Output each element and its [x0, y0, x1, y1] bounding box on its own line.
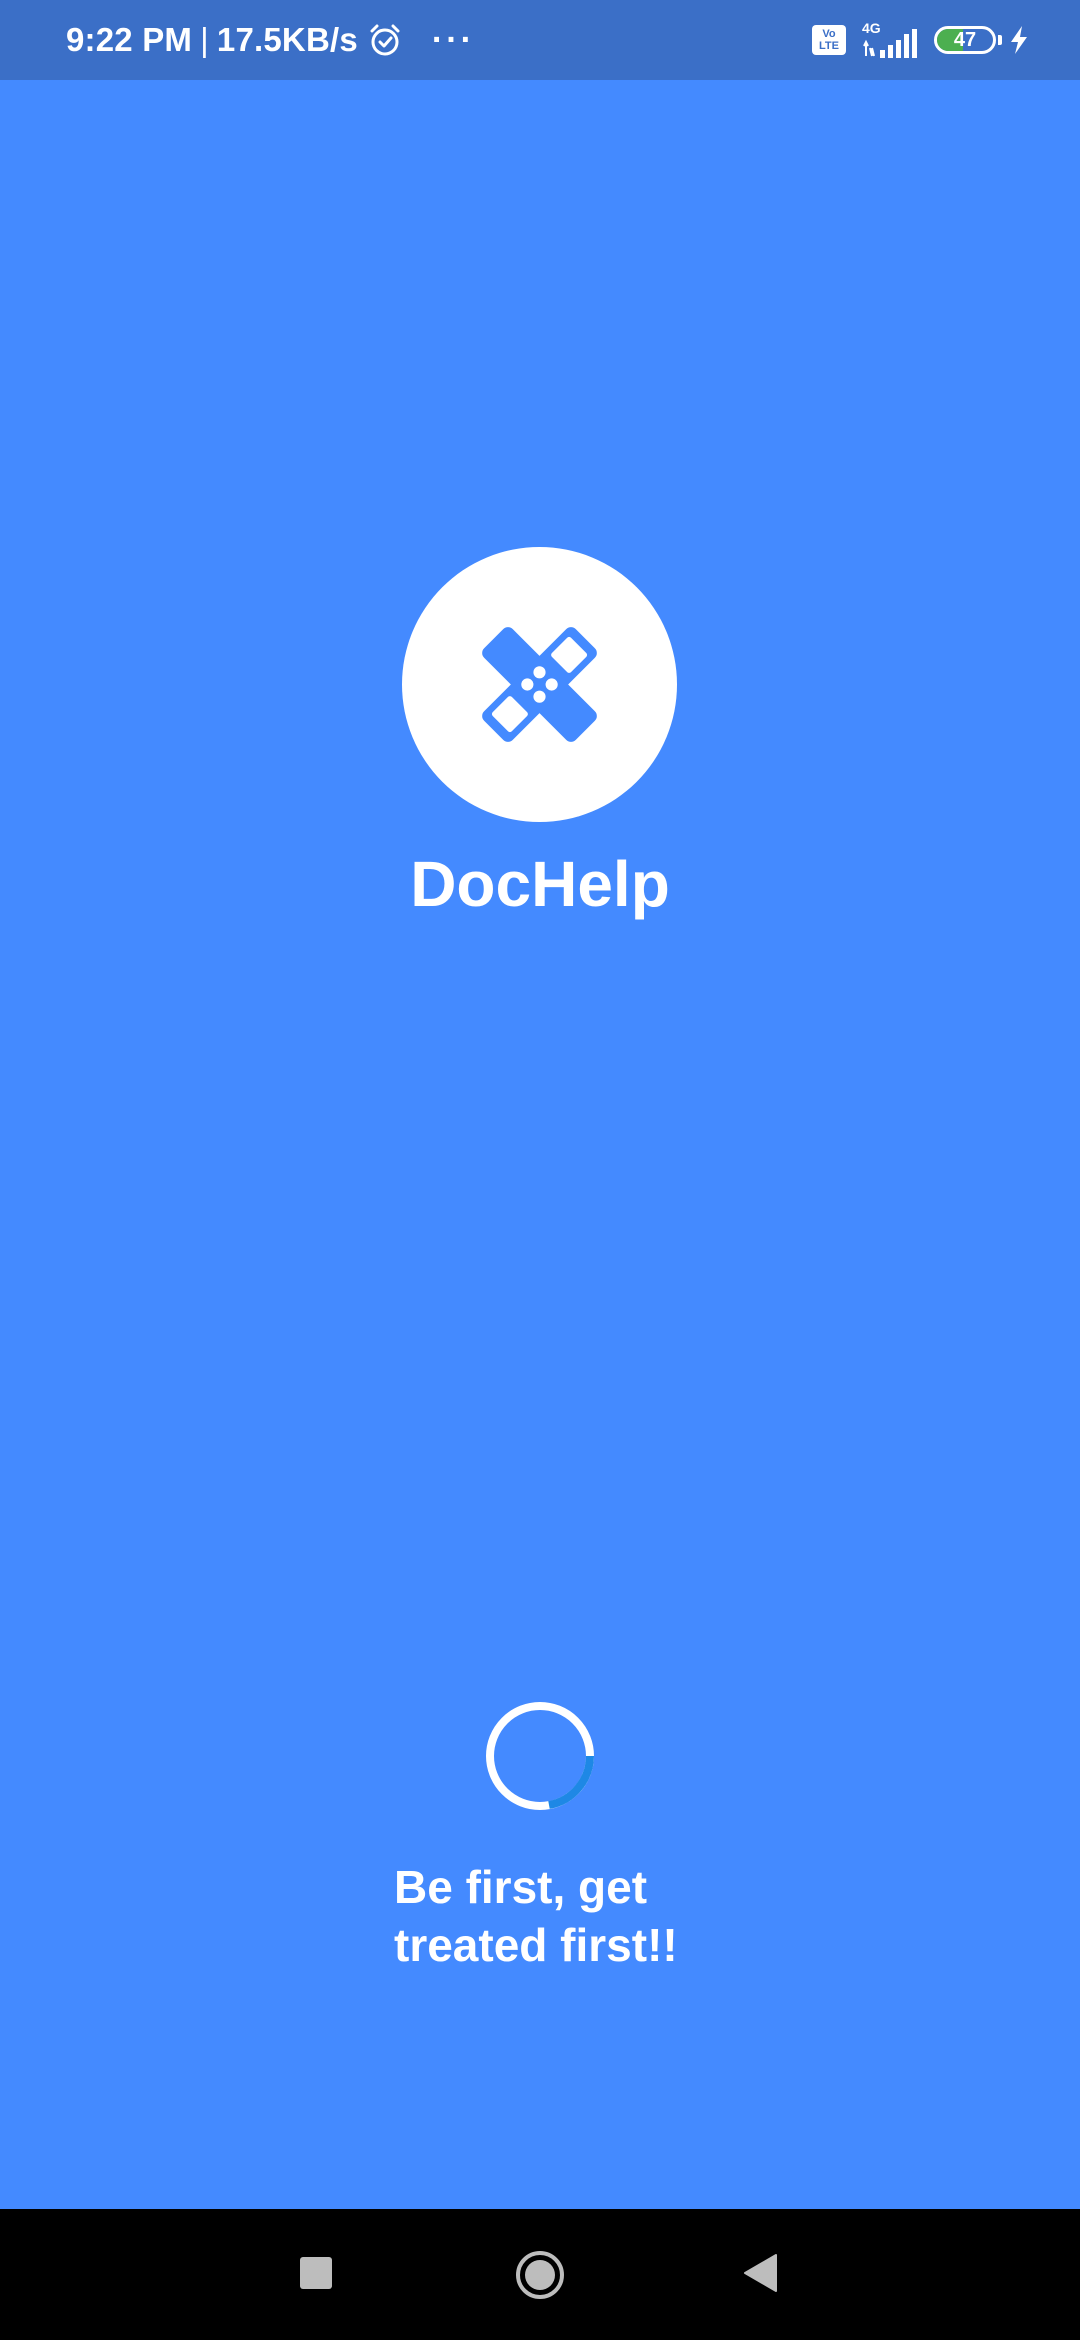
more-dots-icon: ··· — [431, 21, 475, 59]
status-bar: 9:22 PM | 17.5KB/s ··· Vo LTE 4G 47 — [0, 0, 1080, 80]
status-right: Vo LTE 4G 47 — [812, 0, 1030, 80]
tagline: Be first, get treated first!! — [394, 1858, 794, 1974]
volte-bottom-text: LTE — [819, 40, 839, 52]
navigation-bar — [0, 2209, 1080, 2340]
alarm-icon — [370, 24, 400, 56]
network-speed: 17.5KB/s — [216, 21, 358, 58]
tagline-line-2: treated first!! — [394, 1919, 678, 1971]
tagline-line-1: Be first, get — [394, 1861, 648, 1913]
battery-icon: 47 — [934, 26, 996, 54]
status-time: 9:22 PM — [66, 21, 193, 58]
status-separator: | — [200, 21, 209, 58]
app-name: DocHelp — [410, 848, 670, 920]
volte-top-text: Vo — [822, 28, 836, 40]
signal-wrap: 4G — [858, 20, 918, 58]
volte-icon: Vo LTE — [812, 25, 846, 55]
recents-icon[interactable] — [300, 2257, 332, 2289]
loading-spinner — [486, 1702, 594, 1810]
signal-icon — [863, 29, 917, 58]
battery-tip — [998, 35, 1002, 45]
back-icon[interactable] — [742, 2253, 778, 2293]
bandage-icon — [482, 627, 597, 742]
charging-icon — [1011, 26, 1027, 54]
home-icon[interactable] — [514, 2249, 566, 2301]
status-left: 9:22 PM | 17.5KB/s ··· — [66, 0, 475, 80]
battery-level: 47 — [953, 28, 977, 51]
